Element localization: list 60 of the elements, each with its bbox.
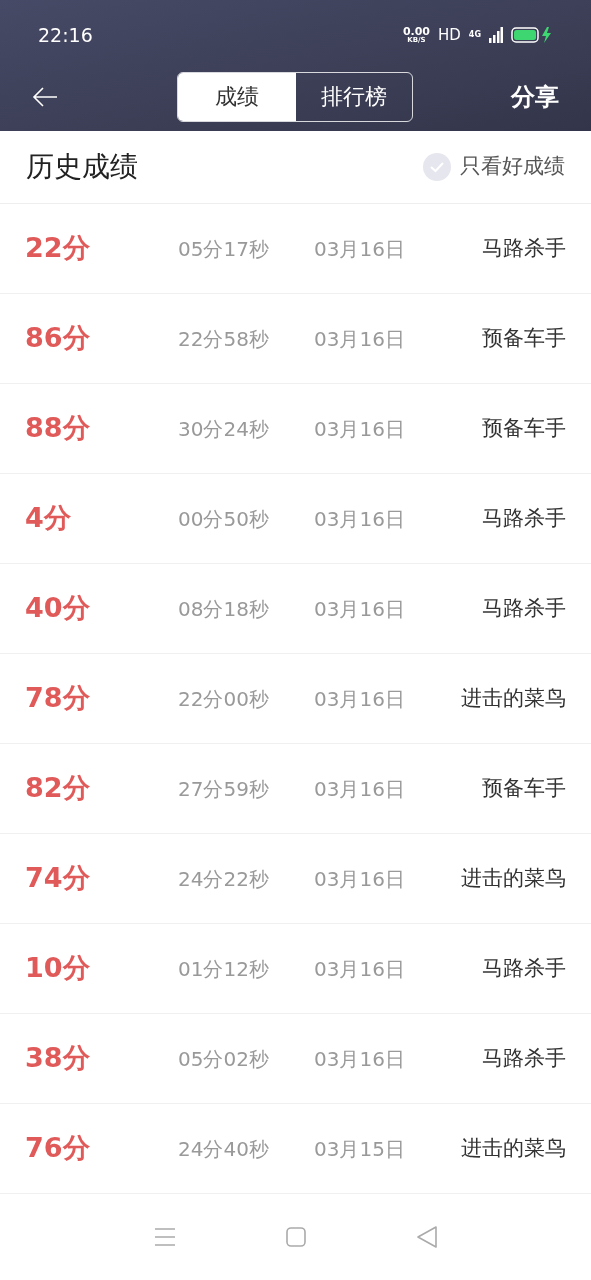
share-button[interactable]: 分享 — [511, 78, 559, 115]
date: 03月16日 — [314, 235, 405, 263]
duration: 22分58秒 — [178, 325, 270, 353]
date: 03月16日 — [314, 595, 405, 623]
score: 78分 — [25, 681, 91, 716]
checkbox-icon[interactable] — [422, 152, 452, 182]
tab[interactable]: 成绩 — [178, 72, 296, 121]
duration: 08分18秒 — [178, 595, 270, 623]
score: 74分 — [25, 861, 91, 896]
date: 03月16日 — [314, 865, 405, 893]
rank-title: 预备车手 — [482, 414, 566, 442]
duration: 30分24秒 — [178, 415, 270, 443]
score: 40分 — [25, 591, 91, 626]
section-title: 历史成绩 — [26, 149, 138, 185]
filter-label[interactable]: 只看好成绩 — [460, 151, 565, 183]
date: 03月16日 — [314, 685, 405, 713]
rank-title: 马路杀手 — [482, 234, 566, 262]
back-icon[interactable] — [415, 1225, 438, 1249]
status-time: 22:16 — [38, 22, 93, 48]
date: 03月16日 — [314, 505, 405, 533]
date: 03月16日 — [314, 325, 405, 353]
home-icon[interactable] — [285, 1227, 306, 1247]
back-arrow-icon[interactable] — [32, 86, 58, 107]
score: 88分 — [25, 411, 91, 446]
network-speed: 0.00 — [402, 26, 430, 37]
network-type: 4G — [468, 29, 481, 41]
score: 82分 — [25, 771, 91, 806]
rank-title: 预备车手 — [482, 324, 566, 352]
duration: 01分12秒 — [178, 955, 270, 983]
score: 86分 — [25, 321, 91, 356]
rank-title: 进击的菜鸟 — [461, 864, 566, 892]
date: 03月16日 — [314, 1045, 405, 1073]
rank-title: 马路杀手 — [482, 504, 566, 532]
score: 10分 — [25, 951, 91, 986]
date: 03月15日 — [314, 1135, 405, 1163]
date: 03月16日 — [314, 955, 405, 983]
duration: 24分40秒 — [178, 1135, 270, 1163]
score: 4分 — [25, 501, 72, 536]
rank-title: 马路杀手 — [482, 954, 566, 982]
rank-title: 预备车手 — [482, 774, 566, 802]
duration: 22分00秒 — [178, 685, 270, 713]
signal-icon — [489, 27, 503, 43]
duration: 05分17秒 — [178, 235, 270, 263]
duration: 27分59秒 — [178, 775, 270, 803]
score: 22分 — [25, 231, 91, 266]
rank-title: 马路杀手 — [482, 594, 566, 622]
duration: 05分02秒 — [178, 1045, 270, 1073]
score: 76分 — [25, 1131, 91, 1166]
hd-label: HD — [438, 24, 461, 46]
menu-icon[interactable] — [153, 1227, 176, 1247]
rank-title: 进击的菜鸟 — [461, 684, 566, 712]
duration: 00分50秒 — [178, 505, 270, 533]
tab[interactable]: 排行榜 — [296, 72, 412, 121]
rank-title: 马路杀手 — [482, 1044, 566, 1072]
date: 03月16日 — [314, 415, 405, 443]
score: 38分 — [25, 1041, 91, 1076]
duration: 24分22秒 — [178, 865, 270, 893]
rank-title: 进击的菜鸟 — [461, 1134, 566, 1162]
date: 03月16日 — [314, 775, 405, 803]
battery-charging-icon — [511, 26, 553, 44]
